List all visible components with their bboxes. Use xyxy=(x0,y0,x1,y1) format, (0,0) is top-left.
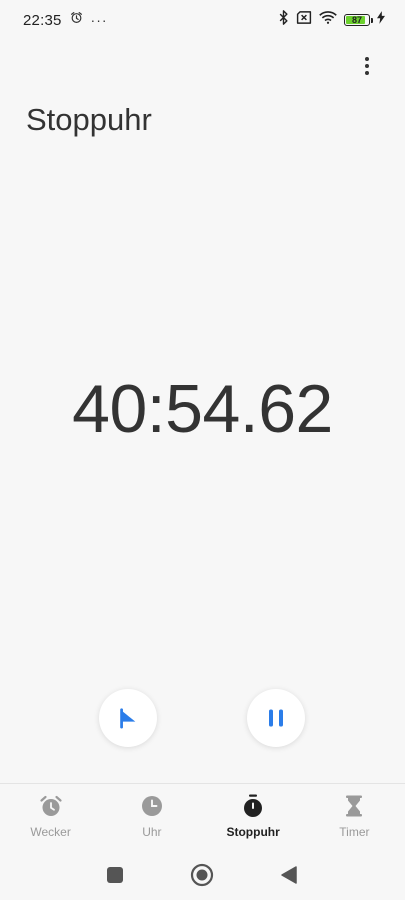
nav-label-stoppuhr: Stoppuhr xyxy=(226,825,280,839)
more-vert-icon xyxy=(365,57,369,75)
system-navigation-bar xyxy=(0,855,405,895)
home-icon xyxy=(190,863,214,887)
nav-label-timer: Timer xyxy=(339,825,370,839)
battery-icon: 87 xyxy=(344,14,373,26)
stopwatch-screen: 22:35 ··· 87 Stoppuhr 40:54.62 Wecker Uh… xyxy=(0,0,405,900)
lap-button[interactable] xyxy=(99,689,157,747)
nav-label-wecker: Wecker xyxy=(30,825,71,839)
alarm-indicator-icon xyxy=(70,11,83,29)
status-right: 87 xyxy=(278,10,385,30)
status-left: 22:35 ··· xyxy=(23,11,108,29)
flag-icon xyxy=(120,708,136,729)
alarm-clock-icon xyxy=(39,794,63,818)
clock-icon xyxy=(140,794,164,818)
nav-item-wecker[interactable]: Wecker xyxy=(1,784,101,839)
bluetooth-icon xyxy=(278,10,289,30)
battery-level: 87 xyxy=(351,14,362,25)
pause-icon xyxy=(269,709,283,727)
more-options-button[interactable] xyxy=(355,52,379,80)
wifi-icon xyxy=(319,11,337,29)
pause-button[interactable] xyxy=(247,689,305,747)
nav-item-uhr[interactable]: Uhr xyxy=(102,784,202,839)
recents-icon xyxy=(107,867,123,883)
no-sim-icon xyxy=(296,11,312,29)
bottom-navigation: Wecker Uhr Stoppuhr Timer xyxy=(0,783,405,845)
page-title: Stoppuhr xyxy=(26,102,152,137)
nav-label-uhr: Uhr xyxy=(142,825,162,839)
back-icon xyxy=(281,866,297,884)
stopwatch-icon xyxy=(241,794,265,818)
elapsed-time: 40:54.62 xyxy=(72,371,333,447)
back-button[interactable] xyxy=(277,863,301,887)
home-button[interactable] xyxy=(190,863,214,887)
hourglass-icon xyxy=(342,794,366,818)
recents-button[interactable] xyxy=(103,863,127,887)
more-notifications-icon: ··· xyxy=(90,12,108,28)
nav-item-timer[interactable]: Timer xyxy=(304,784,404,839)
status-time: 22:35 xyxy=(23,11,62,29)
charging-icon xyxy=(377,11,385,29)
nav-item-stoppuhr[interactable]: Stoppuhr xyxy=(203,784,303,839)
status-bar: 22:35 ··· 87 xyxy=(0,0,405,40)
